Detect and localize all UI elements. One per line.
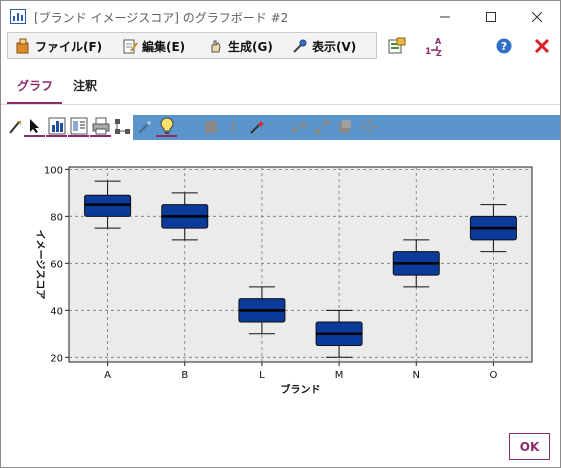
layout-button[interactable] [112,116,133,137]
disabled-button-6 [358,116,379,137]
bar-chart-icon [48,117,65,134]
stack-icon [338,119,351,133]
svg-text:A: A [435,37,442,46]
square-icon [204,120,217,133]
x-tick-label: N [413,370,420,381]
connect-icon [291,121,306,132]
sort-button[interactable]: A 1 Z [424,35,446,57]
graphboard-window: [ブランド イメージスコア] のグラフボード #2 ファイル(F) 編集(E) [0,0,561,468]
y-axis-label: イメージスコア [34,230,46,300]
boxplot-chart: 20 40 60 80 100 A B L M N O ブランド イメージスコア [29,159,539,399]
close-graph-button[interactable] [531,35,553,57]
table-edit-button[interactable] [68,116,89,137]
edit-icon [123,39,138,54]
tab-annotation[interactable]: 注釈 [73,77,97,94]
wand-button[interactable] [134,116,155,137]
help-button[interactable]: ? [493,35,515,57]
menu-view-label: 表示(V) [312,39,357,54]
y-tick-label: 60 [50,259,63,270]
x-tick-label: B [181,370,188,381]
paint-tool-button[interactable] [4,116,25,137]
help-icon: ? [496,38,512,54]
arrow-pointer-icon [29,118,39,133]
menu-edit[interactable]: 編集(E) [122,36,185,56]
export-button[interactable] [386,35,408,57]
network-icon [360,119,377,134]
close-button[interactable] [514,1,560,32]
tree-layout-icon [114,118,130,134]
minimize-icon [440,16,450,17]
maximize-icon [486,11,496,22]
x-axis-label: ブランド [281,383,321,396]
disabled-button-2 [222,116,243,137]
menu-generate[interactable]: 生成(G) [208,36,273,56]
disabled-button-1 [200,116,221,137]
boxplot-svg: 20 40 60 80 100 A B L M N O ブランド イメージスコア [34,165,533,396]
view-icon [293,39,307,53]
x-tick-label: A [104,370,111,381]
minimize-button[interactable] [422,1,468,32]
x-tick-label: L [259,370,265,381]
svg-text:1: 1 [425,47,431,57]
ok-button[interactable]: OK [509,433,550,460]
tab-bar: グラフ 注釈 [1,67,560,105]
chart-edit-button[interactable] [46,116,67,137]
sparkle-wand-button[interactable] [246,116,267,137]
tabs-divider [1,104,560,105]
x-tick-label: O [489,370,497,381]
menu-file[interactable]: ファイル(F) [15,36,102,56]
close-icon [532,11,542,22]
file-icon [16,38,29,54]
disabled-button-3 [288,116,309,137]
sort-icon: A 1 Z [425,37,442,57]
magic-wand-icon [137,120,151,134]
menu-generate-label: 生成(G) [228,39,273,54]
print-button[interactable] [90,116,111,137]
menu-file-label: ファイル(F) [35,39,103,54]
red-x-icon [535,39,549,53]
plot-area [68,166,533,363]
disabled-button-5 [334,116,355,137]
lightbulb-icon [159,116,174,134]
graph-toolbar [1,115,560,140]
table-chart-icon [70,117,87,134]
y-tick-label: 40 [50,306,63,317]
x-tick-label: M [335,370,344,381]
tab-graph[interactable]: グラフ [17,77,53,94]
y-tick-label: 20 [50,353,63,364]
link-icon [314,119,329,134]
select-tool-button[interactable] [24,116,45,137]
y-tick-label: 100 [44,165,63,176]
paintbrush-icon [8,120,21,134]
graph-app-icon [10,9,26,24]
menu-edit-label: 編集(E) [142,39,186,54]
disabled-button-4 [311,116,332,137]
menu-bar: ファイル(F) 編集(E) 生成(G) 表示(V) [7,32,377,59]
tip-button[interactable] [156,116,177,137]
y-tick-label: 80 [50,212,63,223]
title-bar: [ブランド イメージスコア] のグラフボード #2 [1,1,560,32]
maximize-button[interactable] [468,1,514,32]
export-icon [388,37,406,54]
printer-icon [92,117,109,134]
svg-text:Z: Z [436,49,442,57]
svg-text:?: ? [501,40,507,53]
window-title: [ブランド イメージスコア] のグラフボード #2 [34,11,289,25]
menu-view[interactable]: 表示(V) [292,36,356,56]
sparkle-wand-icon [249,119,265,134]
generate-icon [211,40,221,53]
bar-icon [231,120,234,133]
